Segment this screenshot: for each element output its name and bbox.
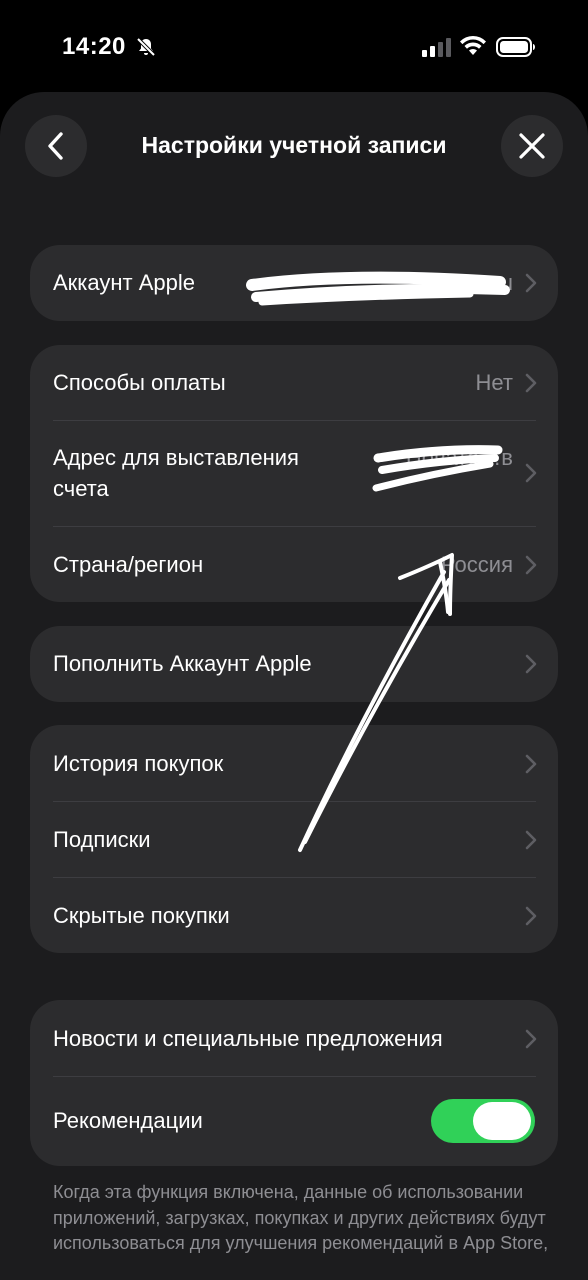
- account-group: Аккаунт Apple gr…u: [30, 245, 558, 321]
- country-region-value: Россия: [440, 552, 513, 577]
- news-offers-row[interactable]: Новости и специальные предложения: [30, 1000, 558, 1076]
- chevron-right-icon: [525, 555, 537, 575]
- recommendations-toggle[interactable]: [431, 1099, 535, 1143]
- battery-icon: [496, 37, 535, 57]
- purchase-history-label: История покупок: [53, 751, 224, 776]
- topup-group: Пополнить Аккаунт Apple: [30, 626, 558, 702]
- subscriptions-label: Подписки: [53, 827, 151, 852]
- payment-methods-value: Нет: [475, 370, 513, 395]
- country-region-label: Страна/регион: [53, 552, 204, 577]
- apple-account-row[interactable]: Аккаунт Apple gr…u: [30, 245, 558, 321]
- topup-account-label: Пополнить Аккаунт Apple: [53, 651, 312, 676]
- toggle-knob: [473, 1102, 531, 1140]
- chevron-right-icon: [525, 754, 537, 774]
- subscriptions-row[interactable]: Подписки: [30, 801, 558, 877]
- close-button[interactable]: [501, 115, 563, 177]
- billing-group: Способы оплаты Нет Адрес для выставления…: [30, 345, 558, 602]
- recommendations-row: Рекомендации: [30, 1076, 558, 1166]
- back-button[interactable]: [25, 115, 87, 177]
- chevron-right-icon: [525, 906, 537, 926]
- hidden-purchases-row[interactable]: Скрытые покупки: [30, 877, 558, 953]
- apple-account-email: gr…u: [459, 270, 513, 295]
- hidden-purchases-label: Скрытые покупки: [53, 903, 230, 928]
- page-title: Настройки учетной записи: [141, 132, 447, 158]
- chevron-left-icon: [48, 132, 63, 160]
- close-icon: [519, 133, 545, 159]
- cellular-signal-icon: [422, 38, 451, 57]
- payment-methods-row[interactable]: Способы оплаты Нет: [30, 345, 558, 420]
- topup-account-row[interactable]: Пополнить Аккаунт Apple: [30, 626, 558, 702]
- news-offers-label: Новости и специальные предложения: [53, 1026, 443, 1051]
- chevron-right-icon: [525, 273, 537, 293]
- purchase-history-row[interactable]: История покупок: [30, 725, 558, 801]
- recommendations-footnote: Когда эта функция включена, данные об ис…: [53, 1182, 549, 1253]
- billing-address-label: Адрес для выставления счета: [53, 445, 299, 501]
- status-time: 14:20: [62, 33, 126, 60]
- wifi-icon: [460, 35, 486, 55]
- chevron-right-icon: [525, 830, 537, 850]
- payment-methods-label: Способы оплаты: [53, 370, 226, 395]
- country-region-row[interactable]: Страна/регион Россия: [30, 526, 558, 602]
- chevron-right-icon: [525, 373, 537, 393]
- recommendations-label: Рекомендации: [53, 1108, 203, 1133]
- silent-bell-icon: [136, 37, 156, 57]
- preferences-group: Новости и специальные предложения Рекоме…: [30, 1000, 558, 1166]
- chevron-right-icon: [525, 1029, 537, 1049]
- chevron-right-icon: [525, 463, 537, 483]
- billing-address-row[interactable]: Адрес для выставления счета Новато…в: [30, 420, 558, 526]
- billing-address-value: Новато…в: [405, 445, 513, 470]
- purchases-group: История покупок Подписки Скрытые покупки: [30, 725, 558, 953]
- apple-account-label: Аккаунт Apple: [53, 270, 196, 295]
- status-bar: 14:20: [0, 0, 588, 92]
- chevron-right-icon: [525, 654, 537, 674]
